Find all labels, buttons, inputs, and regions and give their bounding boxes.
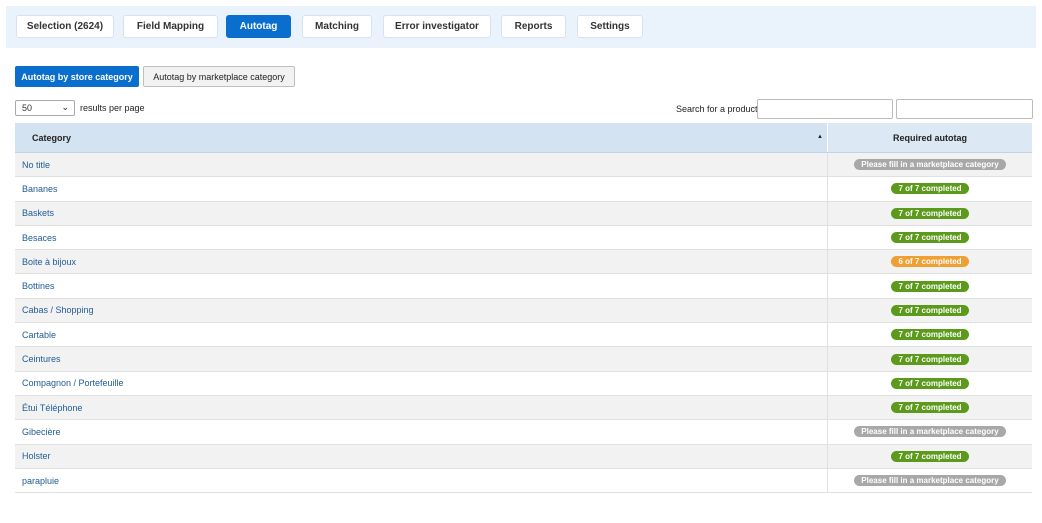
autotag-by-store-category-button[interactable]: Autotag by store category: [15, 66, 139, 87]
status-badge: 7 of 7 completed: [891, 183, 969, 195]
chevron-down-icon: ⌄: [61, 102, 69, 112]
category-link[interactable]: No title: [15, 153, 827, 176]
table-row: Baskets 7 of 7 completed: [15, 201, 1032, 226]
category-column-header[interactable]: Category ▲: [15, 123, 827, 152]
table-header: Category ▲ Required autotag: [15, 123, 1032, 153]
table-row: Cartable 7 of 7 completed: [15, 323, 1032, 348]
category-link[interactable]: parapluie: [15, 469, 827, 492]
category-link[interactable]: Cabas / Shopping: [15, 299, 827, 322]
search-label: Search for a product:: [676, 104, 761, 114]
table-row: Besaces 7 of 7 completed: [15, 225, 1032, 251]
tab-field-mapping[interactable]: Field Mapping: [123, 15, 218, 38]
required-autotag-cell: 7 of 7 completed: [827, 323, 1032, 347]
table-row: parapluie Please fill in a marketplace ca…: [15, 468, 1032, 494]
status-badge: Please fill in a marketplace category: [854, 475, 1006, 486]
category-header-label: Category: [32, 132, 72, 143]
autotag-by-marketplace-category-button[interactable]: Autotag by marketplace category: [143, 66, 295, 87]
results-per-page-select[interactable]: 50 ⌄: [15, 100, 75, 116]
category-link[interactable]: Ceintures: [15, 347, 827, 370]
category-link[interactable]: Besaces: [15, 226, 827, 249]
status-badge: 7 of 7 completed: [891, 207, 969, 219]
status-badge: 6 of 7 completed: [891, 256, 969, 268]
tab-error-investigator[interactable]: Error investigator: [383, 15, 491, 38]
required-autotag-cell: Please fill in a marketplace category: [827, 468, 1032, 493]
table-body: No title Please fill in a marketplace cat…: [15, 153, 1032, 494]
table-row: Boite à bijoux 6 of 7 completed: [15, 250, 1032, 275]
status-badge: Please fill in a marketplace category: [854, 426, 1006, 438]
status-badge: 7 of 7 completed: [891, 450, 969, 462]
required-autotag-cell: 7 of 7 completed: [827, 298, 1032, 323]
category-link[interactable]: Cartable: [15, 323, 827, 346]
required-autotag-cell: 7 of 7 completed: [827, 395, 1032, 420]
search-input[interactable]: [757, 99, 893, 119]
category-link[interactable]: Boite à bijoux: [15, 250, 827, 273]
category-link[interactable]: Holster: [15, 445, 827, 468]
table-row: Cabas / Shopping 7 of 7 completed: [15, 298, 1032, 324]
status-badge: 7 of 7 completed: [891, 232, 969, 244]
category-link[interactable]: Bottines: [15, 274, 827, 297]
category-link[interactable]: Gibecière: [15, 420, 827, 443]
required-autotag-cell: 7 of 7 completed: [827, 444, 1032, 468]
category-link[interactable]: Étui Téléphone: [15, 396, 827, 419]
table-row: Holster 7 of 7 completed: [15, 444, 1032, 469]
required-autotag-cell: 7 of 7 completed: [827, 177, 1032, 201]
required-autotag-cell: 7 of 7 completed: [827, 274, 1032, 298]
required-autotag-header-label: Required autotag: [892, 132, 967, 143]
required-autotag-column-header[interactable]: Required autotag: [827, 123, 1032, 152]
status-badge: 7 of 7 completed: [891, 402, 969, 414]
search-input-secondary[interactable]: [896, 99, 1033, 119]
status-badge: 7 of 7 completed: [891, 304, 969, 316]
required-autotag-cell: 7 of 7 completed: [827, 201, 1032, 225]
results-per-page-value: 50: [22, 103, 33, 113]
tab-reports[interactable]: Reports: [501, 15, 566, 38]
table-row: Gibecière Please fill in a marketplace ca…: [15, 420, 1032, 445]
category-link[interactable]: Baskets: [15, 202, 827, 225]
tab-autotag[interactable]: Autotag: [226, 15, 291, 38]
top-navigation: Selection (2624) Field Mapping Autotag M…: [6, 6, 1036, 48]
table-row: Ceintures 7 of 7 completed: [15, 347, 1032, 372]
category-link[interactable]: Compagnon / Portefeuille: [15, 372, 827, 395]
status-badge: 7 of 7 completed: [891, 377, 969, 389]
table-row: Bananes 7 of 7 completed: [15, 177, 1032, 202]
table-row: Compagnon / Portefeuille 7 of 7 completed: [15, 371, 1032, 396]
table-row: Étui Téléphone 7 of 7 completed: [15, 395, 1032, 421]
table-row: No title Please fill in a marketplace cat…: [15, 153, 1032, 178]
results-per-page-label: results per page: [80, 103, 145, 113]
tab-selection[interactable]: Selection (2624): [16, 15, 114, 38]
required-autotag-cell: Please fill in a marketplace category: [827, 153, 1032, 177]
table-row: Bottines 7 of 7 completed: [15, 274, 1032, 299]
status-badge: 7 of 7 completed: [891, 329, 969, 341]
autotag-table: Category ▲ Required autotag No title Plea…: [15, 123, 1032, 494]
required-autotag-cell: 6 of 7 completed: [827, 250, 1032, 274]
status-badge: Please fill in a marketplace category: [854, 159, 1006, 171]
status-badge: 7 of 7 completed: [891, 280, 969, 292]
status-badge: 7 of 7 completed: [891, 353, 969, 365]
category-link[interactable]: Bananes: [15, 177, 827, 200]
required-autotag-cell: 7 of 7 completed: [827, 371, 1032, 395]
required-autotag-cell: 7 of 7 completed: [827, 347, 1032, 371]
sort-ascending-icon[interactable]: ▲: [817, 134, 823, 140]
tab-settings[interactable]: Settings: [577, 15, 643, 38]
required-autotag-cell: Please fill in a marketplace category: [827, 420, 1032, 444]
tab-matching[interactable]: Matching: [302, 15, 372, 38]
required-autotag-cell: 7 of 7 completed: [827, 225, 1032, 250]
